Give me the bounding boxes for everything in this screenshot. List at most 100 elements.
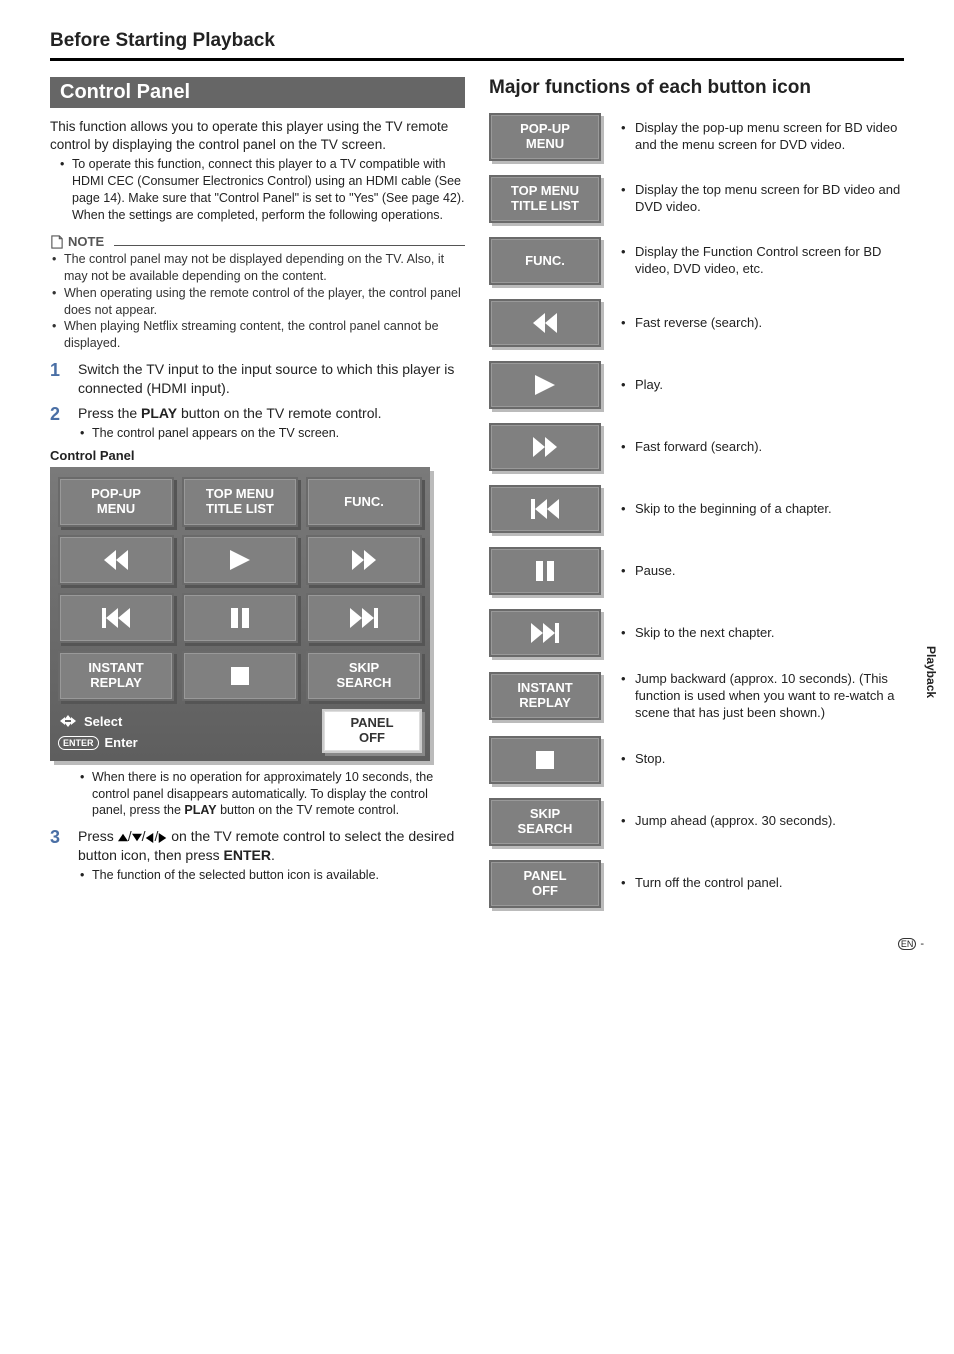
- function-button[interactable]: [489, 485, 601, 533]
- function-description: Display the Function Control screen for …: [621, 244, 904, 278]
- function-description: Display the top menu screen for BD video…: [621, 182, 904, 216]
- skip-prev-icon: [530, 499, 560, 519]
- function-row: Skip to the beginning of a chapter.: [489, 485, 904, 533]
- function-button[interactable]: TOP MENUTITLE LIST: [489, 175, 601, 223]
- function-description: Jump backward (approx. 10 seconds). (Thi…: [621, 671, 904, 722]
- function-row: TOP MENUTITLE LIST Display the top menu s…: [489, 175, 904, 223]
- cp-popup-menu-button[interactable]: POP-UP MENU: [58, 477, 174, 527]
- function-button[interactable]: POP-UPMENU: [489, 113, 601, 161]
- cp-rewind-button[interactable]: [58, 535, 174, 585]
- cp-topmenu-titlelist-button[interactable]: TOP MENU TITLE LIST: [182, 477, 298, 527]
- function-button[interactable]: FUNC.: [489, 237, 601, 285]
- fast-reverse-icon: [102, 550, 130, 570]
- function-row: Fast reverse (search).: [489, 299, 904, 347]
- label: REPLAY: [90, 676, 142, 690]
- control-panel-caption: Control Panel: [50, 448, 465, 463]
- function-description: Play.: [621, 377, 663, 394]
- step-sub: The control panel appears on the TV scre…: [78, 425, 465, 442]
- label: OFF: [359, 731, 385, 745]
- step-text: Switch the TV input to the input source …: [78, 361, 454, 396]
- section-heading: Control Panel: [50, 77, 465, 108]
- enter-pill-icon: ENTER: [58, 736, 99, 750]
- step-2: 2 Press the PLAY button on the TV remote…: [50, 404, 465, 442]
- function-row: Stop.: [489, 736, 904, 784]
- note-heading: NOTE: [50, 234, 465, 249]
- label: SKIP: [530, 807, 560, 822]
- help-select: Select: [58, 711, 138, 731]
- label: SEARCH: [518, 822, 573, 837]
- cp-stop-button[interactable]: [182, 651, 298, 701]
- function-row: PANELOFF Turn off the control panel.: [489, 860, 904, 908]
- down-arrow-icon: [132, 833, 142, 842]
- function-button[interactable]: [489, 423, 601, 471]
- cp-pause-button[interactable]: [182, 593, 298, 643]
- fast-forward-icon: [350, 550, 378, 570]
- left-arrow-icon: [145, 833, 154, 843]
- cp-skip-search-button[interactable]: SKIP SEARCH: [306, 651, 422, 701]
- stop-icon: [536, 751, 554, 769]
- right-column-title: Major functions of each button icon: [489, 77, 904, 99]
- step-1: 1 Switch the TV input to the input sourc…: [50, 360, 465, 398]
- skip-next-icon: [349, 608, 379, 628]
- cp-instant-replay-button[interactable]: INSTANT REPLAY: [58, 651, 174, 701]
- pause-icon: [230, 608, 250, 628]
- label: FUNC.: [344, 495, 384, 509]
- step-3: 3 Press /// on the TV remote control to …: [50, 827, 465, 884]
- function-description: Jump ahead (approx. 30 seconds).: [621, 813, 836, 830]
- note-icon: [50, 235, 64, 249]
- step-number: 3: [50, 825, 60, 849]
- cp-skip-prev-button[interactable]: [58, 593, 174, 643]
- help-enter: ENTER Enter: [58, 735, 138, 750]
- function-row: Fast forward (search).: [489, 423, 904, 471]
- function-row: POP-UPMENUDisplay the pop-up menu screen…: [489, 113, 904, 161]
- stop-icon: [231, 667, 249, 685]
- function-description: Stop.: [621, 751, 665, 768]
- label: PANEL: [350, 716, 393, 730]
- label: POP-UP: [520, 122, 570, 137]
- page-title: Before Starting Playback: [50, 30, 904, 52]
- play-icon: [229, 550, 251, 570]
- skip-next-icon: [530, 623, 560, 643]
- function-description: Turn off the control panel.: [621, 875, 782, 892]
- cp-play-button[interactable]: [182, 535, 298, 585]
- label: PANEL: [523, 869, 566, 884]
- cp-skip-next-button[interactable]: [306, 593, 422, 643]
- label: TITLE LIST: [511, 199, 579, 214]
- function-button[interactable]: PANELOFF: [489, 860, 601, 908]
- function-button[interactable]: [489, 736, 601, 784]
- function-row: Play.: [489, 361, 904, 409]
- fast-forward-icon: [531, 437, 559, 457]
- function-button[interactable]: [489, 299, 601, 347]
- label: TITLE LIST: [206, 502, 274, 516]
- function-button[interactable]: INSTANTREPLAY: [489, 672, 601, 720]
- function-button[interactable]: [489, 361, 601, 409]
- skip-prev-icon: [101, 608, 131, 628]
- function-button[interactable]: SKIPSEARCH: [489, 798, 601, 846]
- label: TOP MENU: [206, 487, 274, 501]
- label: FUNC.: [525, 254, 565, 269]
- step-text: Press the PLAY button on the TV remote c…: [78, 405, 382, 421]
- divider: [50, 58, 904, 61]
- label: SKIP: [349, 661, 379, 675]
- cp-func-button[interactable]: FUNC.: [306, 477, 422, 527]
- step-sub: The function of the selected button icon…: [78, 867, 465, 884]
- function-button[interactable]: [489, 609, 601, 657]
- step-sub: When there is no operation for approxima…: [78, 769, 465, 820]
- side-tab: Playback: [922, 640, 940, 704]
- label: SEARCH: [337, 676, 392, 690]
- function-button[interactable]: [489, 547, 601, 595]
- label: OFF: [532, 884, 558, 899]
- function-row: INSTANTREPLAY Jump backward (approx. 10 s…: [489, 671, 904, 722]
- cp-panel-off-button[interactable]: PANEL OFF: [322, 709, 422, 753]
- note-label: NOTE: [68, 234, 104, 249]
- step-text: Press /// on the TV remote control to se…: [78, 828, 454, 863]
- up-arrow-icon: [118, 833, 128, 842]
- label: MENU: [526, 137, 564, 152]
- cp-fastforward-button[interactable]: [306, 535, 422, 585]
- label: POP-UP: [91, 487, 141, 501]
- label: TOP MENU: [511, 184, 579, 199]
- function-description: Skip to the next chapter.: [621, 625, 774, 642]
- note-item: When operating using the remote control …: [50, 285, 465, 319]
- label: REPLAY: [519, 696, 571, 711]
- play-icon: [534, 375, 556, 395]
